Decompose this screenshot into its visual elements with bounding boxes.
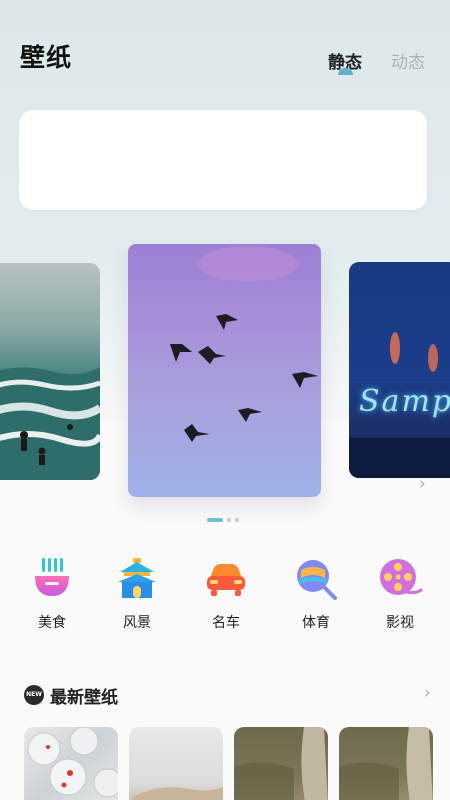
latest-section-header[interactable]: NEW 最新壁纸 › (24, 683, 434, 708)
wallpaper-card-birds[interactable] (128, 244, 321, 497)
category-label: 风景 (123, 615, 151, 631)
page-title: 壁纸 (20, 43, 73, 72)
new-badge: NEW (24, 685, 44, 705)
birds-illustration (170, 246, 318, 442)
banner-card[interactable] (19, 110, 427, 210)
latest-thumbnail[interactable] (129, 727, 223, 800)
category-scenery[interactable]: 风景 (107, 556, 167, 632)
wallpaper-card-neon[interactable]: Samp (349, 262, 450, 478)
category-food[interactable]: 美食 (22, 556, 82, 632)
pagination-dot-active[interactable] (207, 518, 223, 522)
category-film[interactable]: 影视 (370, 556, 430, 632)
pagination-dot[interactable] (235, 518, 239, 522)
latest-thumbnail[interactable] (339, 727, 433, 800)
pagination-dot[interactable] (227, 518, 231, 522)
category-label: 影视 (386, 615, 414, 631)
neon-sign-text: Samp (359, 384, 450, 419)
latest-thumbnail[interactable] (24, 727, 118, 800)
tab-dynamic[interactable]: 动态 (391, 48, 425, 73)
category-row: 美食 风景 名车 体育 影视 (0, 556, 450, 636)
section-title: 最新壁纸 (50, 688, 118, 708)
thumbnail-image (27, 727, 118, 798)
neon-illustration (349, 332, 450, 478)
tab-active-indicator (338, 68, 353, 75)
chevron-right-icon[interactable]: › (424, 683, 431, 703)
thumbnail-image (133, 787, 223, 800)
category-label: 体育 (302, 615, 330, 631)
thumbnail-image (339, 727, 433, 800)
category-label: 美食 (38, 615, 66, 631)
carousel-pagination (207, 518, 239, 522)
latest-thumbnail[interactable] (234, 727, 328, 800)
car-icon (207, 564, 245, 596)
category-sports[interactable]: 体育 (286, 556, 346, 632)
category-cars[interactable]: 名车 (196, 556, 256, 632)
badminton-icon (297, 560, 337, 600)
film-reel-icon (380, 559, 423, 595)
thumbnail-image (234, 727, 328, 800)
noodle-bowl-icon (35, 558, 69, 596)
pagoda-icon (118, 558, 156, 598)
wallpaper-card-surf[interactable] (0, 263, 100, 480)
chevron-right-icon[interactable]: › (419, 474, 426, 494)
category-label: 名车 (212, 615, 240, 631)
surf-illustration (0, 367, 100, 480)
